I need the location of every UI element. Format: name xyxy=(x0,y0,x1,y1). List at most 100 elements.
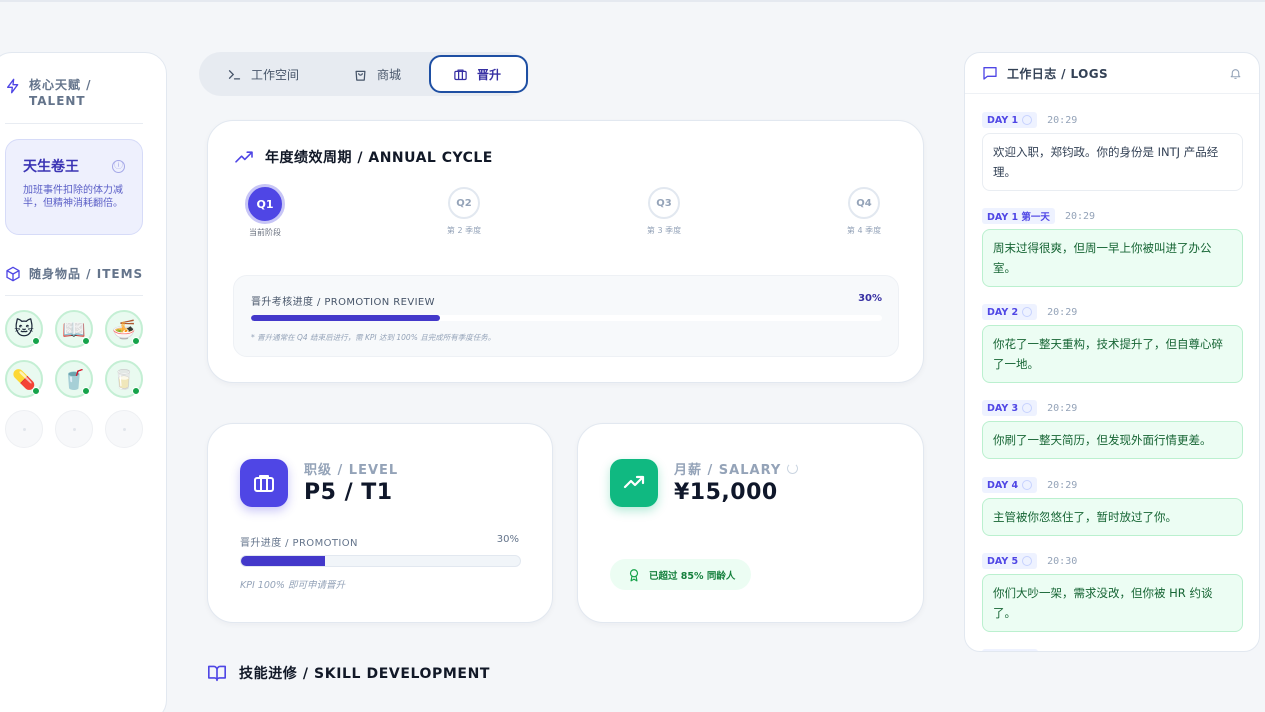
promotion-progress-track xyxy=(240,555,521,567)
log-entry: DAY 4 20:29 主管被你忽悠住了，暂时放过了你。 xyxy=(982,477,1243,536)
items-heading: 随身物品 / ITEMS xyxy=(5,265,143,282)
log-meta: DAY 2 20:29 xyxy=(982,304,1243,320)
log-meta: DAY 3 20:29 xyxy=(982,400,1243,416)
promotion-progress-title: 晋升进度 / PROMOTION xyxy=(240,538,358,549)
quarter-step[interactable]: Q3 第 3 季度 xyxy=(624,187,704,236)
tab-workspace[interactable]: 工作空间 xyxy=(227,55,299,93)
level-value: P5 / T1 xyxy=(304,480,393,505)
level-label-text: 职级 / LEVEL xyxy=(304,463,399,478)
item-slot[interactable]: 🍜 xyxy=(105,310,143,348)
promotion-note: KPI 100% 即可申请晋升 xyxy=(240,580,345,591)
quarter-step[interactable]: Q1 当前阶段 xyxy=(225,184,305,238)
skill-development-heading: 技能进修 / SKILL DEVELOPMENT xyxy=(207,663,490,683)
salary-badge xyxy=(610,459,658,507)
review-progress-fill xyxy=(251,315,441,321)
day-tag-text: DAY 1 第一天 xyxy=(987,212,1050,223)
work-log-panel: 工作日志 / LOGS DAY 1 20:29 欢迎入职，郑钧政。你的身份是 INT… xyxy=(964,52,1260,652)
active-dot xyxy=(132,387,140,395)
promotion-progress-percent: 30% xyxy=(496,534,519,545)
day-tag: DAY 2 xyxy=(982,304,1038,320)
empty-item-slot[interactable] xyxy=(55,410,93,448)
quarter-circle: Q2 xyxy=(448,187,480,219)
bell-icon[interactable] xyxy=(1229,67,1242,80)
day-tag-text: DAY 4 xyxy=(987,479,1019,491)
empty-item-slot[interactable] xyxy=(5,410,43,448)
log-message: 主管被你忽悠住了，暂时放过了你。 xyxy=(982,498,1243,536)
talent-card[interactable]: 天生卷王 ⓘ 加班事件扣除的体力减半，但精神消耗翻倍。 xyxy=(5,139,143,235)
day-tag: DAY 3 xyxy=(982,400,1038,416)
sidebar-panel: 核心天赋 / TALENT 天生卷王 ⓘ 加班事件扣除的体力减半，但精神消耗翻倍… xyxy=(0,52,167,712)
book-icon: 📖 xyxy=(62,318,86,341)
log-time: 20:29 xyxy=(1047,402,1078,414)
day-tag-text: DAY 3 xyxy=(987,402,1019,414)
quarter-step[interactable]: Q2 第 2 季度 xyxy=(424,187,504,236)
log-time: 20:29 xyxy=(1064,210,1096,222)
cycle-title: 年度绩效周期 / ANNUAL CYCLE xyxy=(234,147,493,167)
tab-shop-label: 商城 xyxy=(377,67,402,82)
level-badge xyxy=(240,459,288,507)
log-entry-next-tag xyxy=(982,649,1038,651)
log-message: 你花了一整天重构，技术提升了，但自尊心碎了一地。 xyxy=(982,325,1243,383)
box-icon xyxy=(6,266,20,282)
level-card: 职级 / LEVEL P5 / T1 晋升进度 / PROMOTION 30% … xyxy=(207,423,553,623)
briefcase-icon xyxy=(454,69,467,80)
item-slot[interactable]: 🐱 xyxy=(5,310,43,348)
quarter-step[interactable]: Q4 第 4 季度 xyxy=(824,187,904,236)
items-grid: 🐱 📖 🍜 💊 🥤 🥛 xyxy=(5,310,143,448)
item-slot[interactable]: 🥤 xyxy=(55,360,93,398)
items-heading-text: 随身物品 / ITEMS xyxy=(29,267,144,281)
log-entry: DAY 3 20:29 你刷了一整天简历，但发现外面行情更差。 xyxy=(982,400,1243,459)
award-ribbon-icon xyxy=(629,568,639,581)
log-message: 你刷了一整天简历，但发现外面行情更差。 xyxy=(982,421,1243,459)
sync-icon xyxy=(1022,480,1033,490)
active-dot xyxy=(82,337,90,345)
tab-promotion[interactable]: 晋升 xyxy=(429,55,528,93)
talent-heading: 核心天赋 / TALENT xyxy=(5,77,115,109)
log-message: 周末过得很爽，但周一早上你被叫进了办公室。 xyxy=(982,229,1243,287)
day-tag-text: DAY 1 xyxy=(987,114,1019,126)
skill-title-text: 技能进修 / SKILL DEVELOPMENT xyxy=(239,666,491,682)
pill-icon: 💊 xyxy=(12,368,36,391)
percentile-badge: 已超过 85% 同龄人 xyxy=(610,559,752,590)
percentile-badge-text: 已超过 85% 同龄人 xyxy=(649,570,736,582)
log-entry: DAY 1 第一天 20:29 周末过得很爽，但周一早上你被叫进了办公室。 xyxy=(982,208,1243,287)
cycle-title-text: 年度绩效周期 / ANNUAL CYCLE xyxy=(265,150,493,166)
loading-spinner-icon xyxy=(787,463,799,474)
log-time: 20:29 xyxy=(1047,479,1078,491)
annual-cycle-card: 年度绩效周期 / ANNUAL CYCLE Q1 当前阶段 Q2 第 2 季度 Q3 第 … xyxy=(207,120,924,383)
active-dot xyxy=(82,387,90,395)
day-tag: DAY 5 xyxy=(982,553,1038,569)
promotion-review-box: 晋升考核进度 / PROMOTION REVIEW 30% * 晋升通常在 Q4… xyxy=(233,275,899,357)
active-dot xyxy=(32,387,40,395)
cat-icon: 🐱 xyxy=(14,318,34,340)
promotion-progress-fill xyxy=(241,556,325,566)
day-tag-text: DAY 2 xyxy=(987,306,1019,318)
log-time: 20:30 xyxy=(1047,555,1078,567)
tab-shop[interactable]: 商城 xyxy=(353,55,401,93)
item-slot[interactable]: 💊 xyxy=(5,360,43,398)
day-tag-text: DAY 5 xyxy=(987,555,1019,567)
review-title: 晋升考核进度 / PROMOTION REVIEW xyxy=(251,297,435,308)
log-entry: DAY 2 20:29 你花了一整天重构，技术提升了，但自尊心碎了一地。 xyxy=(982,304,1243,383)
sync-icon xyxy=(1022,556,1033,566)
message-square-icon xyxy=(983,67,997,80)
quarter-circle: Q3 xyxy=(648,187,680,219)
shopping-bag-icon xyxy=(355,70,366,81)
divider xyxy=(5,123,143,124)
drink-cup-icon: 🥤 xyxy=(62,368,86,391)
empty-item-slot[interactable] xyxy=(105,410,143,448)
talent-description: 加班事件扣除的体力减半，但精神消耗翻倍。 xyxy=(23,185,123,209)
item-slot[interactable]: 🥛 xyxy=(105,360,143,398)
info-icon[interactable]: ⓘ xyxy=(112,160,125,173)
log-meta: DAY 1 20:29 xyxy=(982,112,1243,128)
item-slot[interactable]: 📖 xyxy=(55,310,93,348)
briefcase-icon xyxy=(254,475,274,492)
terminal-icon xyxy=(228,69,241,79)
day-tag: DAY 1 第一天 xyxy=(982,208,1055,224)
quarter-label: 第 4 季度 xyxy=(846,226,882,235)
salary-card: 月薪 / SALARY ¥15,000 已超过 85% 同龄人 xyxy=(577,423,924,623)
trending-up-icon xyxy=(623,475,645,489)
log-entry: DAY 5 20:30 你们大吵一架，需求没改，但你被 HR 约谈了。 xyxy=(982,553,1243,632)
divider xyxy=(5,295,143,296)
active-dot xyxy=(32,337,40,345)
